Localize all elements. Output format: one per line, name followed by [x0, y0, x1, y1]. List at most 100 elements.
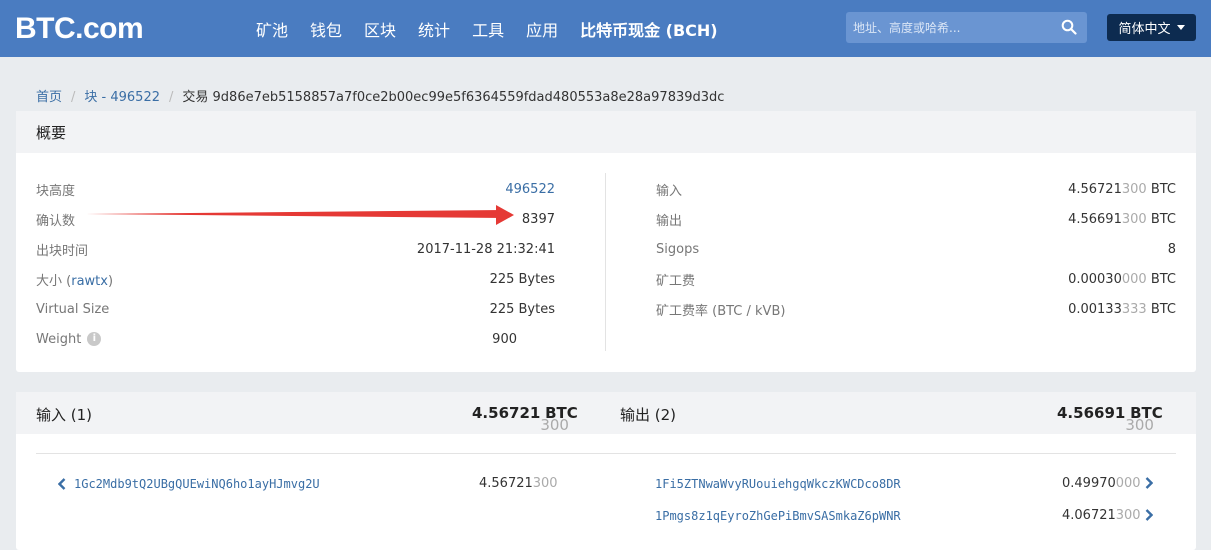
- value-fee-rate: 0.00133333 BTC: [1068, 302, 1176, 317]
- label-confirmations: 确认数: [36, 213, 76, 229]
- value-input-unit: BTC: [1150, 181, 1176, 197]
- label-fee: 矿工费: [656, 273, 696, 289]
- value-output-dim: 300: [1121, 211, 1147, 227]
- io-panel: 输入 (1) 4.56721 300 BTC 输出 (2) 4.56691 300 …: [16, 392, 1196, 550]
- value-output: 4.56691300 BTC: [1068, 212, 1176, 227]
- value-confirmations: 8397: [521, 211, 555, 227]
- chevron-right-icon[interactable]: [1145, 477, 1153, 489]
- breadcrumb: 首页 / 块 - 496522 / 交易 9d86e7eb5158857a7f0ce2b…: [36, 86, 724, 105]
- outputs-heading: 输出 (2): [620, 406, 677, 424]
- label-block-height: 块高度: [36, 183, 76, 199]
- value-fee: 0.00030000 BTC: [1068, 272, 1176, 287]
- row-sigops: Sigops 8: [656, 234, 1176, 264]
- summary-title: 概要: [16, 111, 1196, 153]
- annotation-arrow: [86, 205, 514, 225]
- rawtx-link[interactable]: rawtx: [71, 274, 108, 289]
- value-fee-rate-main: 0.00133: [1068, 301, 1122, 317]
- caret-down-icon: [1176, 25, 1185, 30]
- language-label: 简体中文: [1118, 22, 1171, 37]
- inputs-heading: 输入 (1): [36, 406, 93, 424]
- nav-bch[interactable]: 比特币现金 (BCH): [580, 17, 718, 41]
- row-weight: Weight i 900: [36, 324, 555, 354]
- nav-blocks[interactable]: 区块: [364, 17, 396, 41]
- io-divider: [36, 453, 1176, 454]
- output-amount-dim: 000: [1115, 476, 1141, 491]
- output-amount-main: 0.49970: [1062, 476, 1116, 491]
- label-fee-rate: 矿工费率 (BTC / kVB): [656, 303, 786, 319]
- label-output: 输出: [656, 213, 683, 229]
- search-input[interactable]: [846, 12, 1051, 43]
- value-fee-rate-dim: 333: [1121, 301, 1147, 317]
- value-fee-rate-unit: BTC: [1150, 301, 1176, 317]
- output-amount: 0.49970000: [1062, 476, 1141, 491]
- summary-right-column: 输入 4.56721300 BTC 输出 4.56691300 BTC Sigo…: [656, 174, 1176, 324]
- nav-apps[interactable]: 应用: [526, 17, 558, 41]
- info-icon[interactable]: i: [87, 332, 102, 346]
- summary-left-column: 块高度 496522 确认数 8397 出块时间 2017-11-28 21:3…: [36, 174, 555, 354]
- block-height-link[interactable]: 496522: [505, 182, 555, 197]
- nav-pool[interactable]: 矿池: [256, 17, 288, 41]
- input-amount-dim: 300: [532, 476, 558, 491]
- row-output-total: 输出 4.56691300 BTC: [656, 204, 1176, 234]
- top-navbar: BTC.com 矿池 钱包 区块 统计 工具 应用 比特币现金 (BCH) 简体…: [0, 0, 1211, 57]
- site-logo[interactable]: BTC.com: [15, 12, 144, 46]
- row-fee: 矿工费 0.00030000 BTC: [656, 264, 1176, 294]
- language-selector[interactable]: 简体中文: [1107, 14, 1196, 41]
- label-size-text: 大小: [36, 273, 63, 289]
- nav-wallet[interactable]: 钱包: [310, 17, 342, 41]
- label-virtual-size: Virtual Size: [36, 301, 110, 317]
- io-header: 输入 (1) 4.56721 300 BTC 输出 (2) 4.56691 300 …: [16, 392, 1196, 434]
- breadcrumb-separator: /: [71, 90, 76, 105]
- label-size: 大小 (rawtx): [36, 273, 114, 289]
- value-input-dim: 300: [1121, 181, 1147, 197]
- nav-stats[interactable]: 统计: [418, 17, 450, 41]
- outputs-total: 4.56691 300 BTC: [1057, 404, 1163, 434]
- value-fee-main: 0.00030: [1068, 271, 1122, 287]
- breadcrumb-current: 交易 9d86e7eb5158857a7f0ce2b00ec99e5f63645…: [182, 90, 725, 105]
- label-input: 输入: [656, 183, 683, 199]
- value-input-main: 4.56721: [1068, 181, 1122, 197]
- output-amount: 4.06721300: [1062, 508, 1141, 523]
- row-size: 大小 (rawtx) 225 Bytes: [36, 264, 555, 294]
- row-input-total: 输入 4.56721300 BTC: [656, 174, 1176, 204]
- outputs-total-main: 4.56691: [1057, 404, 1126, 422]
- label-weight-text: Weight: [36, 331, 82, 347]
- input-address-link[interactable]: 1Gc2Mdb9tQ2UBgQUEwiNQ6ho1ayHJmvg2U: [74, 477, 320, 491]
- value-fee-unit: BTC: [1150, 271, 1176, 287]
- value-input: 4.56721300 BTC: [1068, 182, 1176, 197]
- chevron-right-icon[interactable]: [1145, 509, 1153, 521]
- value-weight: 900: [492, 331, 517, 347]
- value-size: 225 Bytes: [489, 271, 555, 287]
- input-amount-main: 4.56721: [479, 476, 533, 491]
- search-box: [846, 12, 1087, 43]
- output-amount-main: 4.06721: [1062, 508, 1116, 523]
- chevron-left-icon[interactable]: [58, 478, 66, 490]
- row-block-time: 出块时间 2017-11-28 21:32:41: [36, 234, 555, 264]
- inputs-total: 4.56721 300 BTC: [472, 404, 578, 434]
- value-output-main: 4.56691: [1068, 211, 1122, 227]
- output-address-link[interactable]: 1Fi5ZTNwaWvyRUouiehgqWkczKWCDco8DR: [655, 477, 901, 491]
- label-sigops: Sigops: [656, 241, 700, 257]
- value-virtual-size: 225 Bytes: [489, 301, 555, 317]
- row-block-height: 块高度 496522: [36, 174, 555, 204]
- output-amount-dim: 300: [1115, 508, 1141, 523]
- label-block-time: 出块时间: [36, 243, 89, 259]
- value-sigops: 8: [1167, 241, 1176, 257]
- inputs-total-dim: 300: [540, 416, 569, 434]
- value-block-time: 2017-11-28 21:32:41: [416, 241, 555, 257]
- column-divider: [605, 173, 606, 351]
- breadcrumb-block[interactable]: 块 - 496522: [84, 90, 160, 105]
- value-fee-dim: 000: [1121, 271, 1147, 287]
- nav-tools[interactable]: 工具: [472, 17, 504, 41]
- row-virtual-size: Virtual Size 225 Bytes: [36, 294, 555, 324]
- summary-panel: 概要 块高度 496522 确认数 8397 出块时间 2017-11-28 2…: [16, 111, 1196, 372]
- row-fee-rate: 矿工费率 (BTC / kVB) 0.00133333 BTC: [656, 294, 1176, 324]
- main-nav: 矿池 钱包 区块 统计 工具 应用 比特币现金 (BCH): [256, 0, 740, 57]
- search-icon[interactable]: [1061, 19, 1077, 35]
- breadcrumb-home[interactable]: 首页: [36, 90, 62, 105]
- outputs-total-dim: 300: [1125, 416, 1154, 434]
- inputs-total-main: 4.56721: [472, 404, 541, 422]
- output-address-link[interactable]: 1Pmgs8z1qEyroZhGePiBmvSASmkaZ6pWNR: [655, 509, 901, 523]
- input-amount: 4.56721300: [479, 476, 558, 491]
- label-weight: Weight i: [36, 331, 102, 347]
